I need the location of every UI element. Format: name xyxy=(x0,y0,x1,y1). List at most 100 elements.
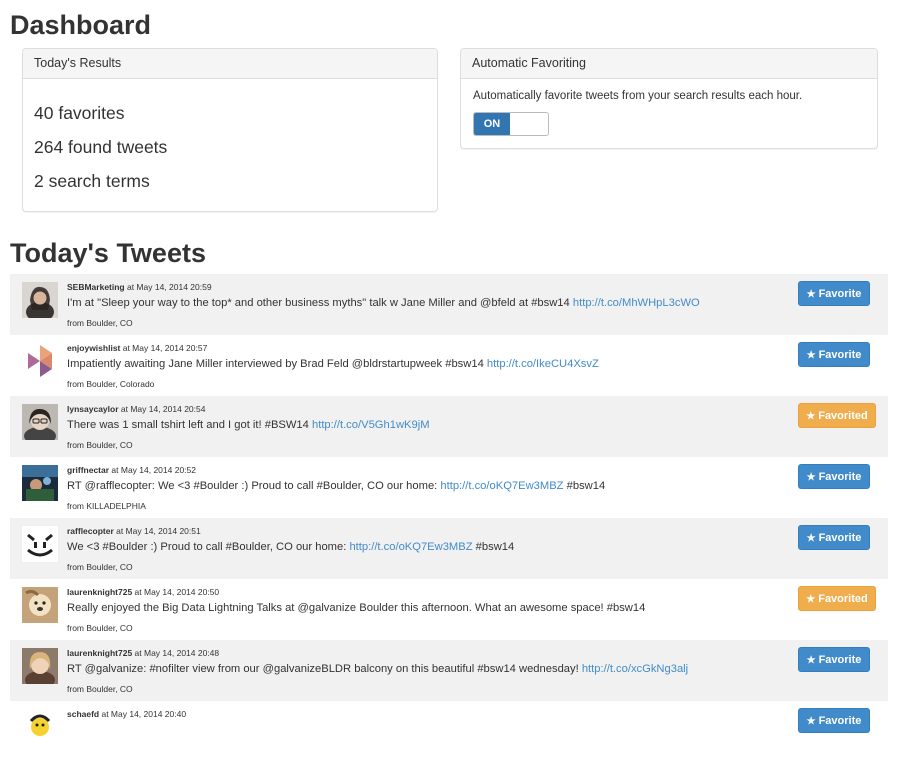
user-avatar[interactable] xyxy=(22,282,58,318)
favorite-button-label: Favorited xyxy=(818,593,868,605)
tweet-link[interactable]: http://t.co/V5Gh1wK9jM xyxy=(312,419,430,431)
star-icon: ★ xyxy=(806,655,816,666)
user-avatar[interactable] xyxy=(22,343,58,379)
tweet-meta: laurenknight725 at May 14, 2014 20:50 xyxy=(67,587,219,597)
tweet-timestamp: at May 14, 2014 20:57 xyxy=(120,343,208,353)
tweet-timestamp: at May 14, 2014 20:54 xyxy=(118,404,206,414)
tweet-body: RT @galvanize: #nofilter view from our @… xyxy=(67,663,582,675)
tweet-body: Impatiently awaiting Jane Miller intervi… xyxy=(67,358,487,370)
tweet-timestamp: at May 14, 2014 20:59 xyxy=(124,282,212,292)
tweet-body: I'm at "Sleep your way to the top* and o… xyxy=(67,297,573,309)
tweet-meta: SEBMarketing at May 14, 2014 20:59 xyxy=(67,282,212,292)
favorite-button[interactable]: ★ Favorite xyxy=(798,708,870,733)
user-avatar[interactable] xyxy=(22,648,58,684)
tweet-username[interactable]: laurenknight725 xyxy=(67,648,132,658)
tweet-list: SEBMarketing at May 14, 2014 20:59 I'm at… xyxy=(10,274,888,762)
tweet-row: lynsaycaylor at May 14, 2014 20:54 There … xyxy=(10,396,888,457)
tweet-username[interactable]: schaefd xyxy=(67,709,99,719)
toggle-on-label: ON xyxy=(474,113,510,135)
tweet-meta: laurenknight725 at May 14, 2014 20:48 xyxy=(67,648,219,658)
tweet-location: from Boulder, CO xyxy=(67,440,133,450)
tweet-body: There was 1 small tshirt left and I got … xyxy=(67,419,312,431)
todays-results-panel: Today's Results 40 favorites 264 found t… xyxy=(22,48,438,212)
user-avatar[interactable] xyxy=(22,526,58,562)
todays-tweets-title: Today's Tweets xyxy=(10,238,206,268)
favorite-button-label: Favorite xyxy=(818,532,862,544)
tweet-location: from Boulder, CO xyxy=(67,684,133,694)
auto-favorite-toggle[interactable]: ON xyxy=(473,112,549,136)
tweet-link[interactable]: http://t.co/oKQ7Ew3MBZ xyxy=(440,480,563,492)
tweet-body: RT @rafflecopter: We <3 #Boulder :) Prou… xyxy=(67,480,441,492)
favorite-button[interactable]: ★ Favorite xyxy=(798,525,870,550)
tweet-row: schaefd at May 14, 2014 20:40 ★ Favorite xyxy=(10,701,888,762)
tweet-meta: griffnectar at May 14, 2014 20:52 xyxy=(67,465,196,475)
tweet-username[interactable]: rafflecopter xyxy=(67,526,114,536)
tweet-username[interactable]: SEBMarketing xyxy=(67,282,125,292)
tweet-username[interactable]: griffnectar xyxy=(67,465,109,475)
star-icon: ★ xyxy=(806,350,816,361)
tweet-username[interactable]: enjoywishlist xyxy=(67,343,120,353)
tweet-location: from Boulder, CO xyxy=(67,562,133,572)
tweet-link[interactable]: http://t.co/MhWHpL3cWO xyxy=(573,297,700,309)
favorite-button-label: Favorite xyxy=(818,288,862,300)
search-terms-count: 2 search terms xyxy=(34,171,150,191)
star-icon: ★ xyxy=(806,411,816,422)
tweet-row: SEBMarketing at May 14, 2014 20:59 I'm at… xyxy=(10,274,888,335)
tweet-meta: enjoywishlist at May 14, 2014 20:57 xyxy=(67,343,207,353)
tweet-link[interactable]: http://t.co/oKQ7Ew3MBZ xyxy=(349,541,472,553)
tweet-body-after: #bsw14 xyxy=(472,541,515,553)
tweet-location: from Boulder, Colorado xyxy=(67,379,155,389)
star-icon: ★ xyxy=(806,289,816,300)
tweet-text: Really enjoyed the Big Data Lightning Ta… xyxy=(67,602,645,614)
tweet-username[interactable]: laurenknight725 xyxy=(67,587,132,597)
results-panel-heading: Today's Results xyxy=(23,49,437,79)
tweet-meta: schaefd at May 14, 2014 20:40 xyxy=(67,709,186,719)
favorite-button[interactable]: ★ Favorite xyxy=(798,281,870,306)
favorite-button[interactable]: ★ Favorite xyxy=(798,647,870,672)
tweet-body: We <3 #Boulder :) Proud to call #Boulder… xyxy=(67,541,350,553)
user-avatar[interactable] xyxy=(22,587,58,623)
user-avatar[interactable] xyxy=(22,465,58,501)
favorites-count: 40 favorites xyxy=(34,103,125,123)
tweet-row: rafflecopter at May 14, 2014 20:51 We <3 … xyxy=(10,518,888,579)
tweet-meta: rafflecopter at May 14, 2014 20:51 xyxy=(67,526,201,536)
automatic-favoriting-panel: Automatic Favoriting Automatically favor… xyxy=(460,48,878,149)
tweet-username[interactable]: lynsaycaylor xyxy=(67,404,119,414)
tweet-text: There was 1 small tshirt left and I got … xyxy=(67,419,430,431)
tweet-timestamp: at May 14, 2014 20:51 xyxy=(113,526,201,536)
tweet-text: Impatiently awaiting Jane Miller intervi… xyxy=(67,358,599,370)
tweet-body: Really enjoyed the Big Data Lightning Ta… xyxy=(67,602,646,614)
tweet-text: We <3 #Boulder :) Proud to call #Boulder… xyxy=(67,541,514,553)
tweet-row: laurenknight725 at May 14, 2014 20:50 Rea… xyxy=(10,579,888,640)
favorite-button-label: Favorite xyxy=(818,471,862,483)
tweet-row: griffnectar at May 14, 2014 20:52 RT @raf… xyxy=(10,457,888,518)
star-icon: ★ xyxy=(806,594,816,605)
tweet-text: RT @galvanize: #nofilter view from our @… xyxy=(67,663,688,675)
user-avatar[interactable] xyxy=(22,404,58,440)
tweet-location: from Boulder, CO xyxy=(67,623,133,633)
favorite-button[interactable]: ★ Favorite xyxy=(798,342,870,367)
favorited-button[interactable]: ★ Favorited xyxy=(798,586,876,611)
page-title: Dashboard xyxy=(10,10,152,40)
tweet-row: laurenknight725 at May 14, 2014 20:48 RT … xyxy=(10,640,888,701)
favorite-button-label: Favorited xyxy=(818,410,868,422)
star-icon: ★ xyxy=(806,533,816,544)
tweet-meta: lynsaycaylor at May 14, 2014 20:54 xyxy=(67,404,205,414)
favorite-button-label: Favorite xyxy=(818,349,862,361)
user-avatar[interactable] xyxy=(22,709,58,745)
favorite-button[interactable]: ★ Favorite xyxy=(798,464,870,489)
found-tweets-count: 264 found tweets xyxy=(34,137,168,157)
fav-panel-heading: Automatic Favoriting xyxy=(461,49,877,79)
tweet-body-after: #bsw14 xyxy=(563,480,606,492)
tweet-link[interactable]: http://t.co/IkeCU4XsvZ xyxy=(487,358,599,370)
tweet-text: I'm at "Sleep your way to the top* and o… xyxy=(67,297,700,309)
tweet-timestamp: at May 14, 2014 20:50 xyxy=(132,587,220,597)
tweet-timestamp: at May 14, 2014 20:48 xyxy=(132,648,220,658)
tweet-timestamp: at May 14, 2014 20:52 xyxy=(109,465,196,475)
favorite-button-label: Favorite xyxy=(818,715,862,727)
tweet-location: from Boulder, CO xyxy=(67,318,133,328)
favorite-button-label: Favorite xyxy=(818,654,862,666)
favorited-button[interactable]: ★ Favorited xyxy=(798,403,876,428)
star-icon: ★ xyxy=(806,716,816,727)
tweet-link[interactable]: http://t.co/xcGkNg3alj xyxy=(582,663,688,675)
